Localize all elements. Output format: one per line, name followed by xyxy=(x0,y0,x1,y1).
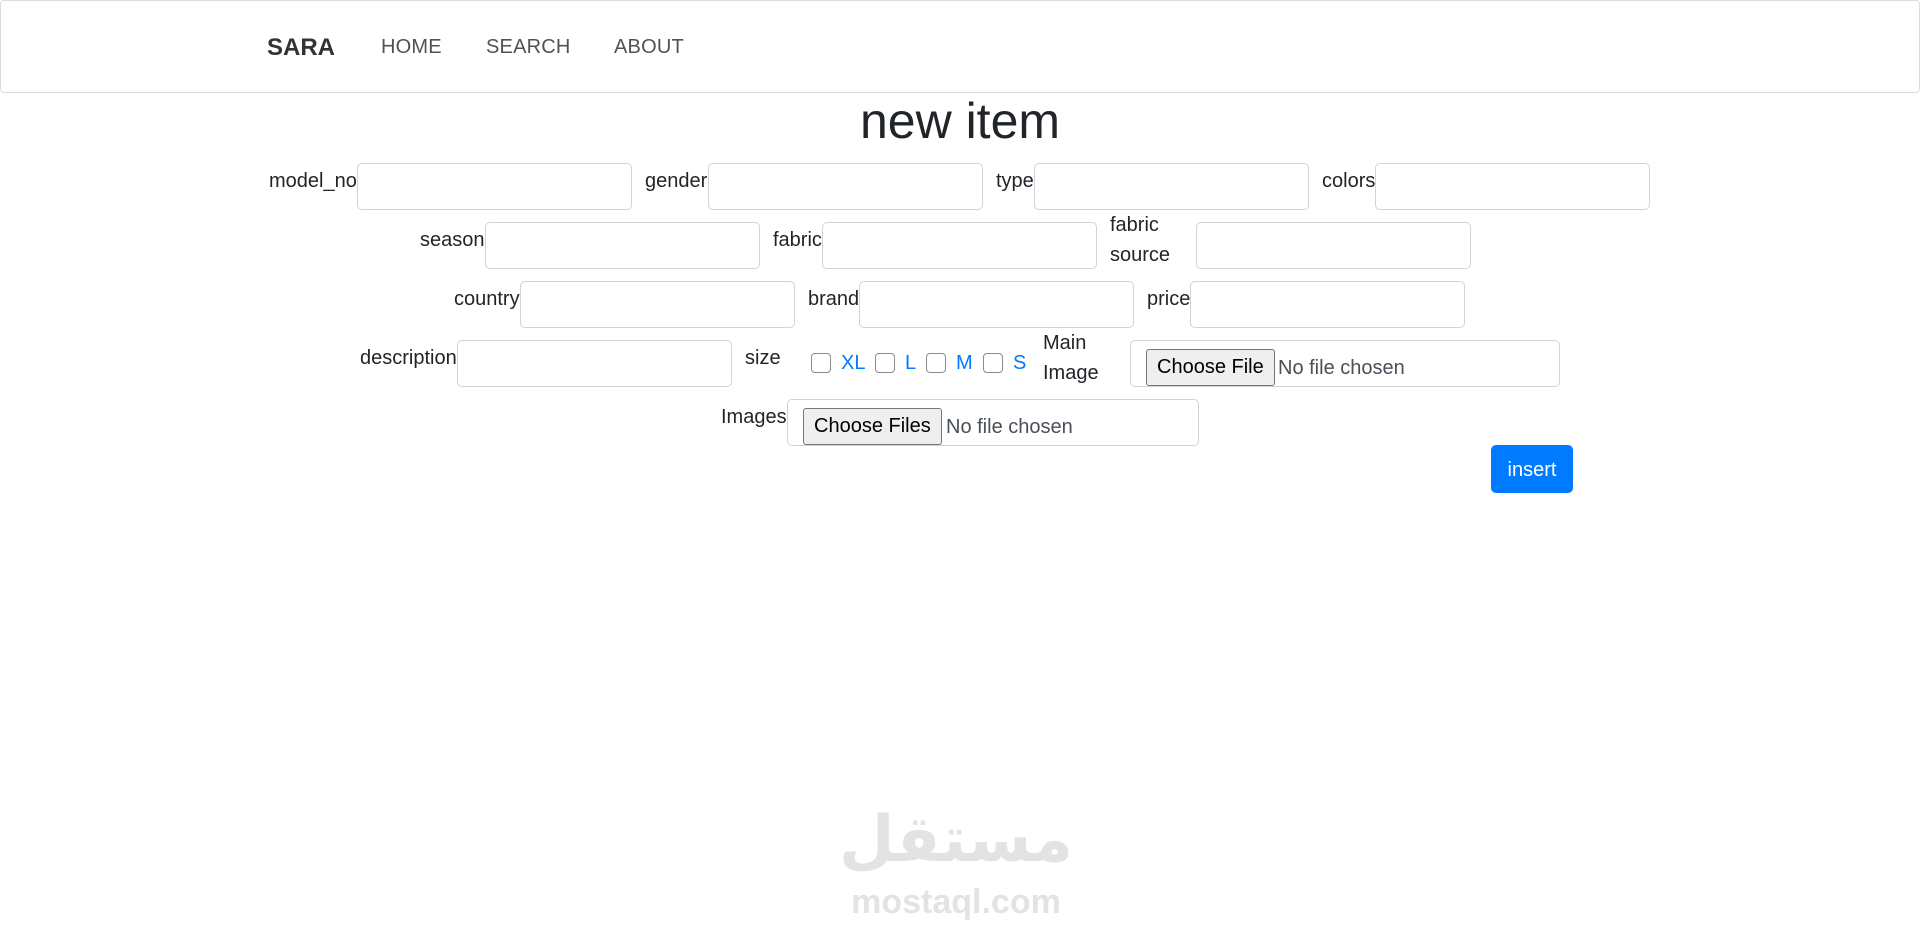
gender-input[interactable] xyxy=(708,163,983,210)
size-m-checkbox[interactable] xyxy=(926,353,946,373)
price-label: price xyxy=(1147,288,1191,310)
brand-label: brand xyxy=(808,288,860,310)
main-image-label: Main Image xyxy=(1043,332,1099,384)
page-title: new item xyxy=(859,93,1061,149)
nav-link-search[interactable]: SEARCH xyxy=(486,36,571,59)
model-no-input[interactable] xyxy=(357,163,632,210)
images-choose-button[interactable]: Choose Files xyxy=(803,408,942,445)
brand-input[interactable] xyxy=(859,281,1134,328)
type-input[interactable] xyxy=(1034,163,1309,210)
colors-input[interactable] xyxy=(1375,163,1650,210)
fabric-input[interactable] xyxy=(822,222,1097,269)
gender-label: gender xyxy=(645,170,708,192)
size-label: size xyxy=(745,347,781,369)
watermark-latin: mostaql.com xyxy=(851,883,1061,921)
watermark: مستقل mostaql.com xyxy=(836,800,1076,922)
brand-logo[interactable]: SARA xyxy=(267,34,335,62)
fabric-label: fabric xyxy=(773,229,822,251)
description-input[interactable] xyxy=(457,340,732,387)
fabric-source-input[interactable] xyxy=(1196,222,1471,269)
size-s-checkbox[interactable] xyxy=(983,353,1003,373)
season-input[interactable] xyxy=(485,222,760,269)
main-image-file-input[interactable]: Choose File No file chosen xyxy=(1130,340,1560,387)
nav-link-home[interactable]: HOME xyxy=(381,36,442,59)
country-label: country xyxy=(454,288,520,310)
size-l-checkbox[interactable] xyxy=(875,353,895,373)
country-input[interactable] xyxy=(520,281,795,328)
size-s-label[interactable]: S xyxy=(1013,351,1026,375)
images-status: No file chosen xyxy=(946,416,1073,438)
main-image-choose-button[interactable]: Choose File xyxy=(1146,349,1275,386)
size-xl-checkbox[interactable] xyxy=(811,353,831,373)
size-m-label[interactable]: M xyxy=(956,351,973,375)
fabric-source-label: fabric source xyxy=(1110,214,1171,266)
type-label: type xyxy=(996,170,1034,192)
colors-label: colors xyxy=(1322,170,1376,192)
nav-link-about[interactable]: ABOUT xyxy=(614,36,684,59)
images-file-input[interactable]: Choose Files No file chosen xyxy=(787,399,1199,446)
model-no-label: model_no xyxy=(269,170,357,192)
season-label: season xyxy=(420,229,485,251)
main-image-status: No file chosen xyxy=(1278,357,1405,379)
images-label: Images xyxy=(721,406,787,428)
watermark-arabic: مستقل xyxy=(838,803,1074,877)
insert-button[interactable]: insert xyxy=(1491,445,1573,493)
size-xl-label[interactable]: XL xyxy=(841,351,865,375)
description-label: description xyxy=(360,347,457,369)
size-l-label[interactable]: L xyxy=(905,351,916,375)
navbar: SARA HOME SEARCH ABOUT xyxy=(0,0,1920,93)
price-input[interactable] xyxy=(1190,281,1465,328)
